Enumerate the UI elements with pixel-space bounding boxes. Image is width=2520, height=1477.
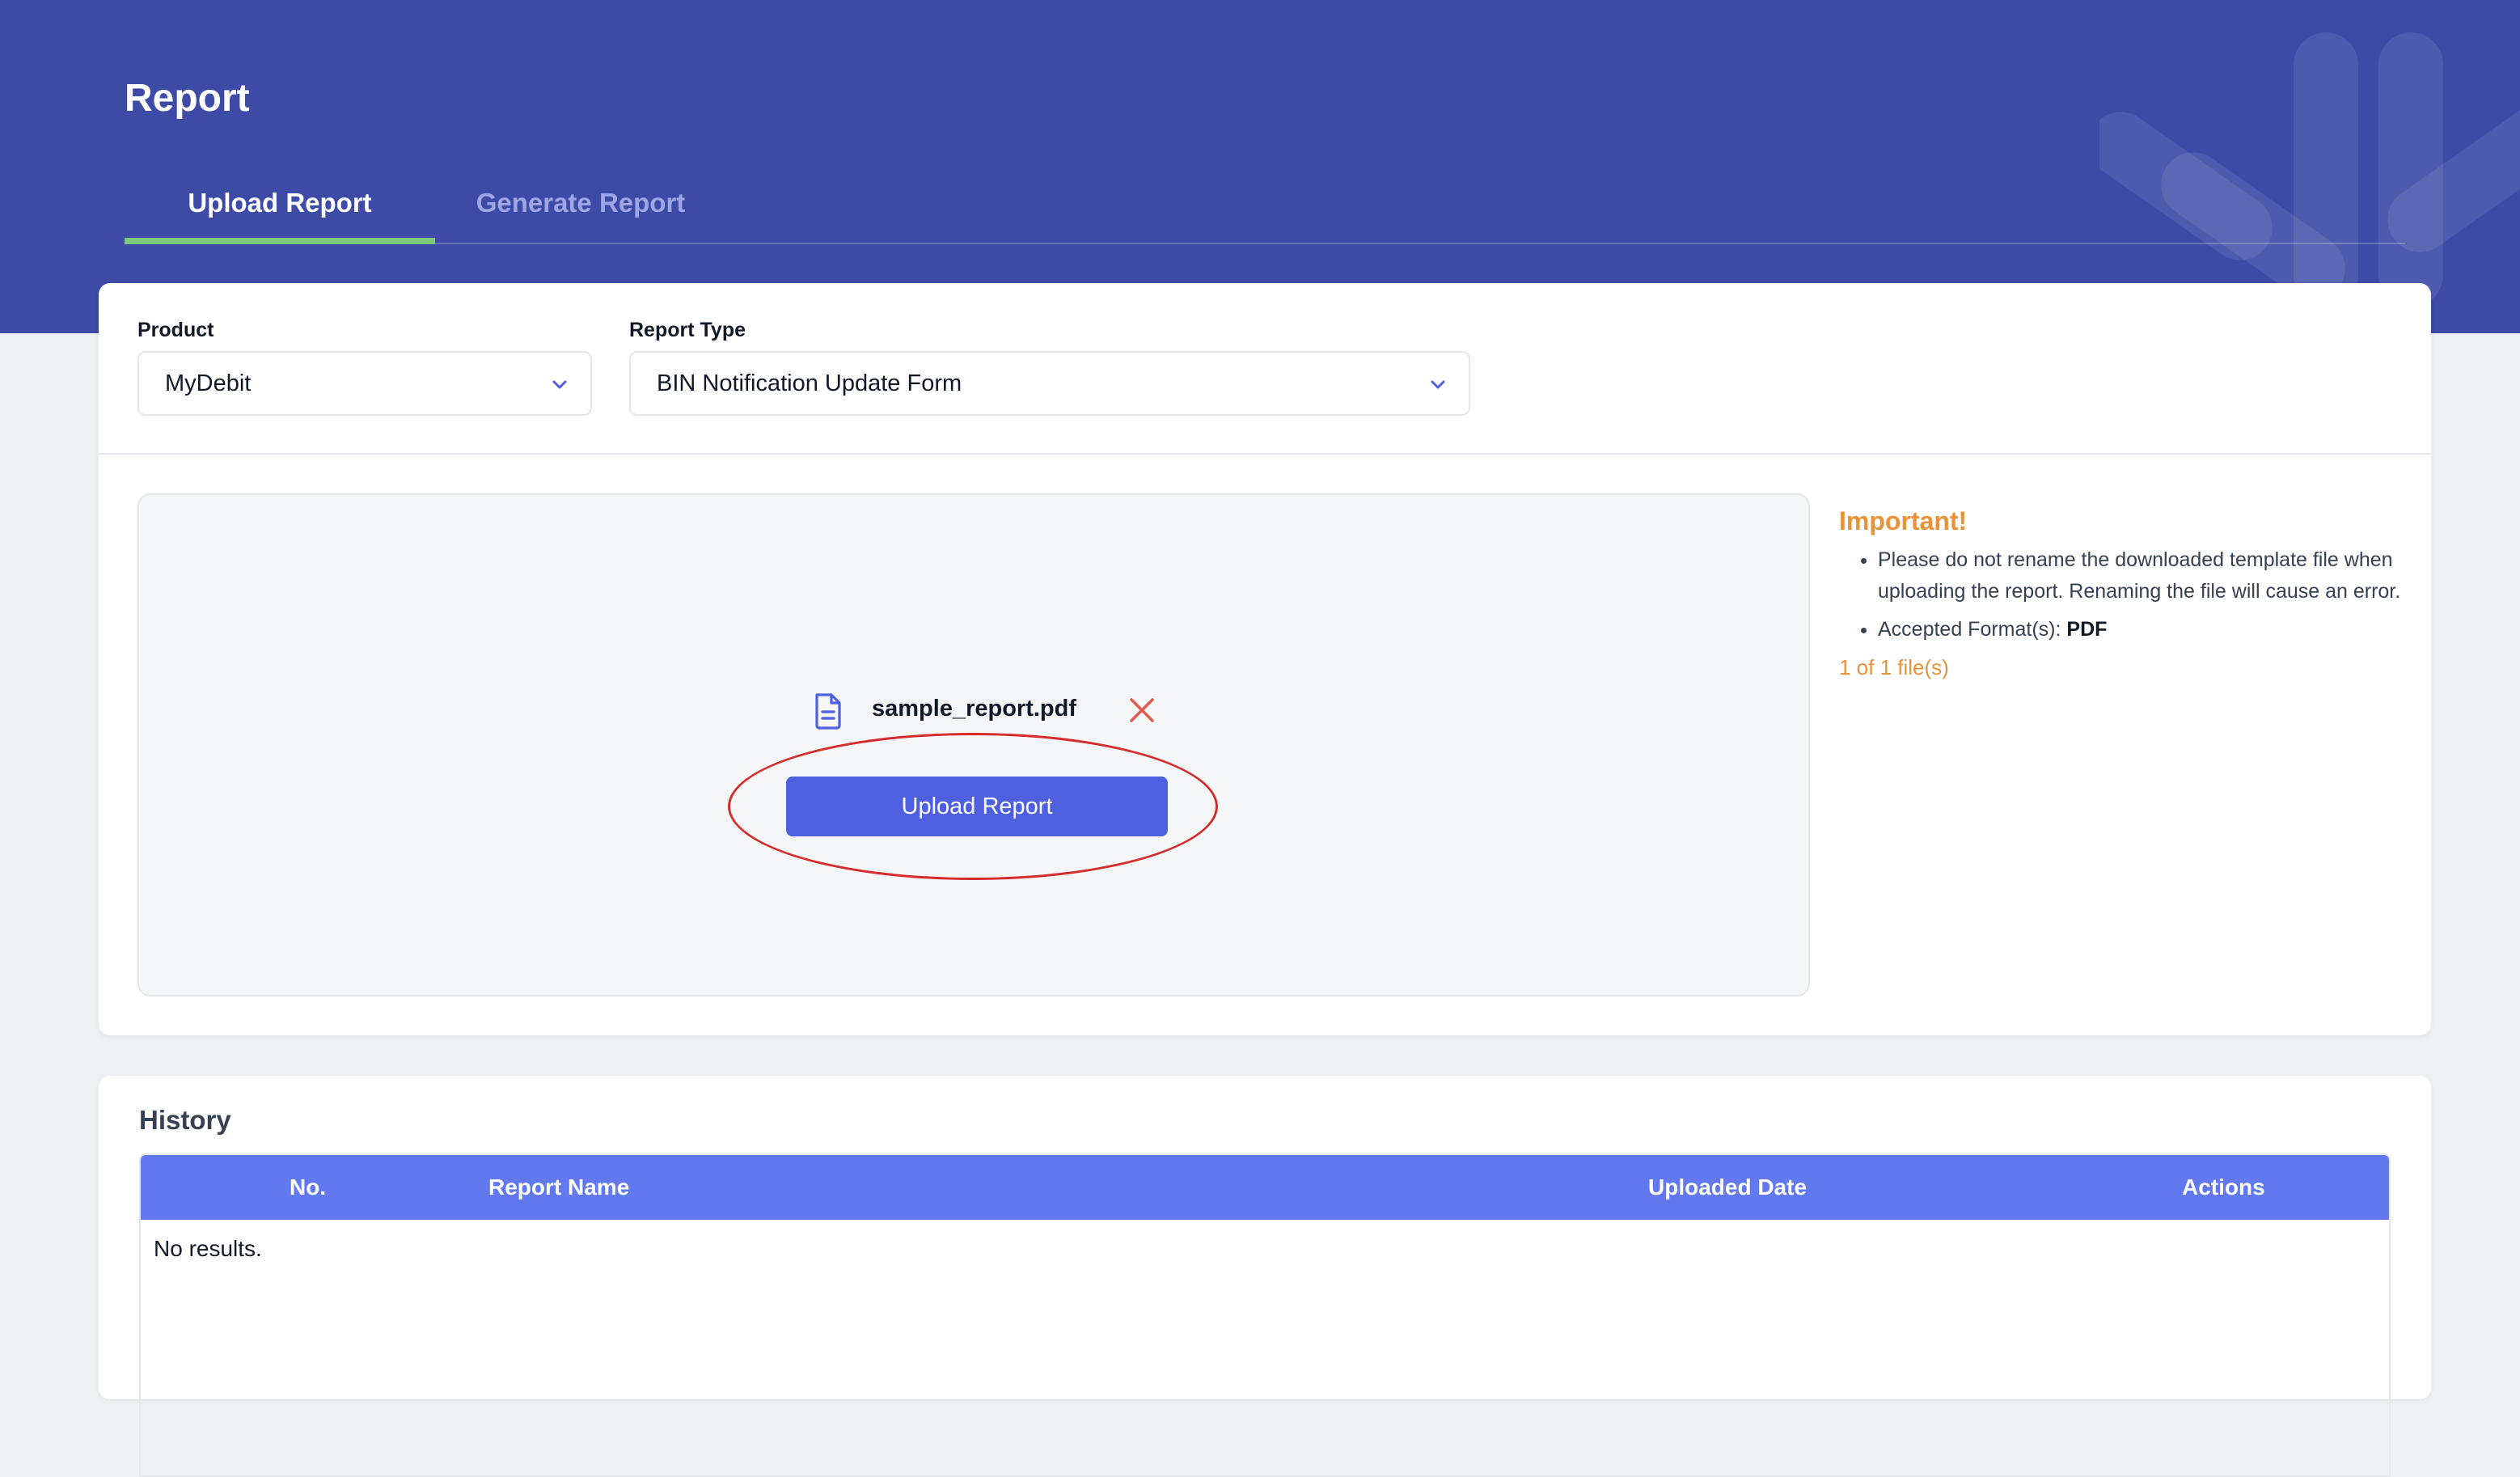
product-label: Product [137,319,214,341]
page-title: Report [125,77,250,120]
format-value: PDF [2066,618,2108,641]
notes-list: Please do not rename the downloaded temp… [1839,544,2405,645]
upload-report-button[interactable]: Upload Report [786,777,1168,836]
product-select[interactable]: MyDebit [137,351,592,416]
upload-card: Product MyDebit Report Type BIN Notifica… [99,283,2431,1035]
tab-generate-report[interactable]: Generate Report [435,167,726,244]
note-item: Please do not rename the downloaded temp… [1878,544,2405,607]
report-type-label: Report Type [629,319,746,341]
file-count: 1 of 1 file(s) [1839,655,1949,679]
history-table: No. Report Name Uploaded Date Actions No… [139,1153,2391,1477]
chevron-down-icon [552,380,567,389]
tab-upload-report[interactable]: Upload Report [125,167,435,244]
history-card: History No. Report Name Uploaded Date Ac… [99,1076,2431,1477]
product-select-value: MyDebit [165,370,252,396]
file-name: sample_report.pdf [872,696,1076,722]
card-divider [99,453,2431,455]
report-type-select-value: BIN Notification Update Form [657,370,962,396]
format-label: Accepted Format(s): [1878,618,2061,641]
format-note: Accepted Format(s): PDF [1878,614,2405,645]
file-dropzone[interactable]: sample_report.pdf Upload Report [137,493,1810,997]
important-title: Important! [1839,506,1968,535]
column-header-no: No. [290,1174,327,1200]
chevron-down-icon [1431,380,1445,389]
report-tabs: Upload Report Generate Report [125,167,2405,244]
important-notes: Important! Please do not rename the down… [1839,506,2405,680]
selected-file: sample_report.pdf [139,686,1812,734]
report-type-select[interactable]: BIN Notification Update Form [629,351,1470,416]
column-header-actions: Actions [2182,1174,2265,1200]
document-icon [815,693,841,730]
column-header-report-name: Report Name [488,1174,630,1200]
column-header-uploaded-date: Uploaded Date [1648,1174,1808,1200]
close-icon[interactable] [1127,696,1156,725]
history-title: History [139,1105,231,1135]
table-header: No. Report Name Uploaded Date Actions [141,1155,2389,1220]
empty-state: No results. [154,1236,262,1261]
